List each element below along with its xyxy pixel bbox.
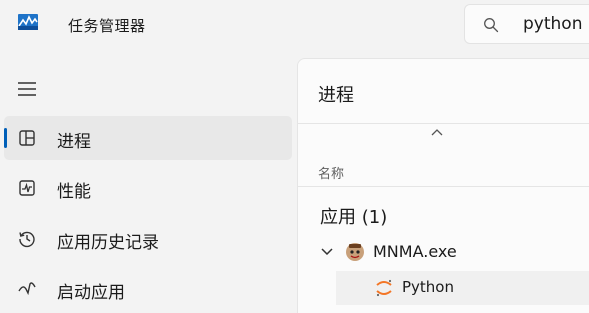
sidebar-item-label: 进程: [57, 132, 91, 152]
performance-icon: [19, 180, 35, 196]
app-title: 任务管理器: [68, 17, 146, 35]
divider: [298, 123, 589, 124]
sidebar-item-performance[interactable]: 性能: [4, 166, 292, 210]
startup-apps-icon: [18, 282, 36, 296]
sidebar-item-processes[interactable]: 进程: [4, 116, 292, 160]
title-bar: 任务管理器 python: [0, 0, 589, 50]
sidebar-item-label: 性能: [57, 182, 91, 202]
sidebar-item-label: 应用历史记录: [57, 233, 159, 253]
search-icon: [484, 18, 499, 33]
search-input[interactable]: python: [523, 14, 582, 34]
chevron-down-icon[interactable]: [320, 247, 334, 257]
column-header-name[interactable]: 名称: [318, 163, 344, 182]
sidebar-item-app-history[interactable]: 应用历史记录: [4, 217, 292, 261]
page-title: 进程: [318, 85, 354, 106]
divider: [298, 186, 589, 187]
active-indicator: [4, 128, 7, 148]
task-manager-logo-icon: [18, 14, 38, 30]
processes-icon: [19, 130, 35, 146]
app-history-icon: [19, 231, 35, 248]
hamburger-menu-icon[interactable]: [17, 80, 37, 98]
sort-up-icon[interactable]: [430, 127, 444, 137]
processes-panel: 进程 名称 应用 (1) MNMA.exe Python: [297, 58, 589, 313]
process-name[interactable]: MNMA.exe: [373, 242, 457, 261]
mnma-app-icon: [346, 243, 364, 261]
group-header-apps: 应用 (1): [320, 207, 388, 228]
sidebar-item-startup-apps[interactable]: 启动应用: [4, 267, 292, 311]
child-process-name: Python: [402, 278, 454, 296]
sidebar-item-label: 启动应用: [57, 283, 125, 303]
task-manager-window: 任务管理器 python 进程 性能 应用历史记录 启动应用 进程 名称 应用 …: [0, 0, 589, 313]
python-jupyter-icon: [376, 279, 392, 297]
child-process-row[interactable]: Python: [336, 271, 589, 305]
search-box[interactable]: python: [464, 4, 589, 44]
